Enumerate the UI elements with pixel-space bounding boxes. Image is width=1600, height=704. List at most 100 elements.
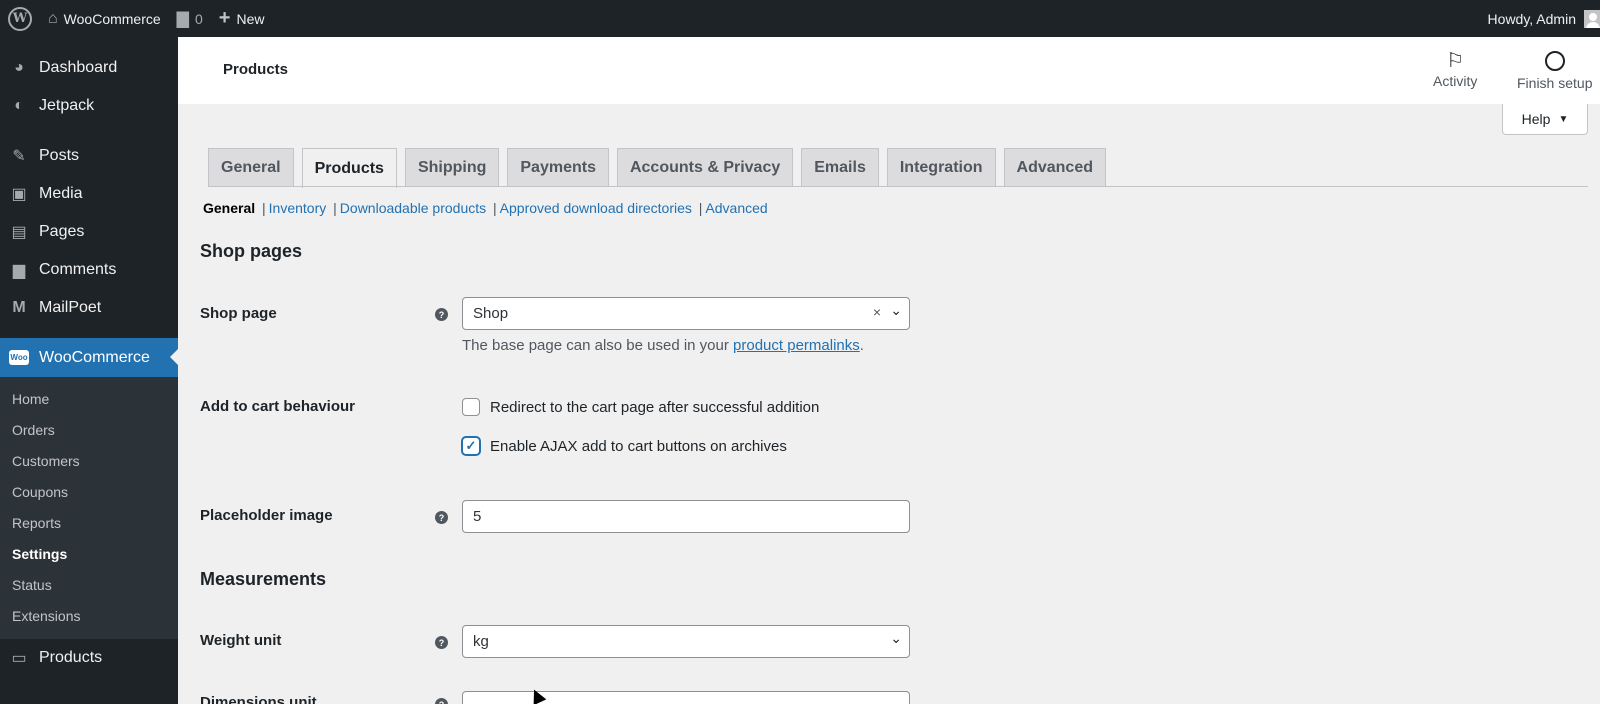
mailpoet-icon: M	[12, 299, 26, 316]
pages-icon: ▤	[11, 224, 27, 241]
help-tip-icon[interactable]: ?	[435, 308, 448, 321]
submenu-status[interactable]: Status	[0, 569, 178, 600]
comments-link[interactable]: ▇ 0	[169, 0, 211, 37]
subnav-downloadable-products[interactable]: Downloadable products	[340, 200, 486, 216]
woocommerce-header: Products ⚐ Activity Finish setup	[178, 37, 1600, 104]
sidebar-item-woocommerce[interactable]: Woo WooCommerce	[0, 338, 178, 377]
help-tip-icon[interactable]: ?	[435, 636, 448, 649]
help-button[interactable]: Help ▼	[1502, 104, 1588, 135]
weight-unit-value: kg	[473, 633, 489, 650]
account-menu[interactable]: Howdy, Admin	[1487, 9, 1600, 28]
help-tip-icon[interactable]: ?	[435, 511, 448, 524]
weight-unit-select[interactable]: kg ⌄	[462, 625, 910, 658]
tab-general[interactable]: General	[208, 148, 294, 187]
wordpress-logo[interactable]: W	[0, 0, 40, 37]
tab-advanced[interactable]: Advanced	[1003, 148, 1106, 187]
help-tip-icon[interactable]: ?	[435, 698, 448, 704]
tab-shipping[interactable]: Shipping	[404, 148, 500, 187]
tab-emails[interactable]: Emails	[801, 148, 879, 187]
redirect-to-cart-text: Redirect to the cart page after successf…	[490, 398, 820, 416]
clear-icon[interactable]: ×	[873, 304, 881, 320]
submenu-extensions[interactable]: Extensions	[0, 600, 178, 631]
subnav-general[interactable]: General	[203, 200, 255, 216]
tab-integration[interactable]: Integration	[886, 148, 996, 187]
archive-icon: ▭	[11, 650, 27, 667]
flag-icon: ⚐	[1446, 50, 1465, 72]
shop-page-label: Shop page	[200, 305, 277, 322]
tab-products[interactable]: Products	[301, 148, 397, 188]
redirect-to-cart-checkbox[interactable]	[462, 398, 480, 416]
sidebar-item-posts[interactable]: ✎ Posts	[0, 137, 178, 175]
redirect-to-cart-option[interactable]: Redirect to the cart page after successf…	[462, 398, 819, 416]
subnav-inventory[interactable]: Inventory	[269, 200, 327, 216]
tab-payments[interactable]: Payments	[507, 148, 609, 187]
sidebar-item-label: Pages	[39, 223, 85, 240]
circle-icon	[1544, 51, 1565, 71]
ajax-add-to-cart-text: Enable AJAX add to cart buttons on archi…	[490, 437, 787, 455]
submenu-settings[interactable]: Settings	[0, 538, 178, 569]
wordpress-icon: W	[8, 6, 32, 31]
home-icon: ⌂	[48, 9, 58, 27]
woocommerce-icon: Woo	[8, 347, 30, 369]
measurements-heading: Measurements	[200, 569, 327, 589]
placeholder-image-label: Placeholder image	[200, 507, 333, 524]
tab-accounts-privacy[interactable]: Accounts & Privacy	[616, 148, 794, 187]
dashboard-icon: ◕	[14, 59, 24, 76]
site-name-link[interactable]: ⌂ WooCommerce	[40, 0, 169, 37]
pin-icon: ✎	[12, 148, 26, 165]
new-content-link[interactable]: + New	[211, 0, 273, 37]
chevron-down-icon: ⌄	[890, 630, 902, 646]
howdy-text: Howdy, Admin	[1487, 10, 1576, 27]
chevron-down-icon: ⌄	[890, 302, 902, 318]
placeholder-image-input[interactable]	[462, 500, 910, 533]
shop-page-value: Shop	[473, 305, 509, 322]
sidebar-item-label: Comments	[39, 261, 117, 278]
sidebar-item-pages[interactable]: ▤ Pages	[0, 213, 178, 251]
subnav-approved-download-directories[interactable]: Approved download directories	[500, 200, 692, 216]
admin-sidebar: ◕ Dashboard ◐ Jetpack ✎ Posts ▣ Media ▤ …	[0, 37, 178, 704]
sidebar-item-media[interactable]: ▣ Media	[0, 175, 178, 213]
comments-count: 0	[194, 10, 203, 27]
sidebar-item-label: Media	[39, 185, 83, 202]
comment-bubble-icon: ▇	[176, 10, 189, 28]
sidebar-item-label: WooCommerce	[39, 348, 150, 366]
jetpack-icon: ◐	[14, 97, 24, 114]
avatar	[1584, 9, 1600, 28]
ajax-add-to-cart-option[interactable]: ✓ Enable AJAX add to cart buttons on arc…	[462, 437, 787, 455]
sidebar-item-dashboard[interactable]: ◕ Dashboard	[0, 49, 178, 87]
sidebar-item-comments[interactable]: ▆ Comments	[0, 251, 178, 289]
weight-unit-label: Weight unit	[200, 632, 282, 649]
settings-tabs: General Products Shipping Payments Accou…	[208, 148, 1114, 188]
woo-logo-text: Woo	[9, 350, 29, 365]
new-label: New	[236, 10, 265, 27]
submenu-home[interactable]: Home	[0, 383, 178, 414]
caret-down-icon: ▼	[1558, 113, 1569, 125]
shop-page-select[interactable]: Shop × ⌄	[462, 297, 910, 330]
woocommerce-submenu: Home Orders Customers Coupons Reports Se…	[0, 377, 178, 639]
submenu-customers[interactable]: Customers	[0, 445, 178, 476]
sidebar-item-label: MailPoet	[39, 299, 102, 316]
ajax-add-to-cart-checkbox[interactable]: ✓	[462, 437, 480, 455]
sidebar-item-jetpack[interactable]: ◐ Jetpack	[0, 87, 178, 125]
sidebar-item-label: Posts	[39, 147, 80, 164]
shop-pages-heading: Shop pages	[200, 241, 303, 261]
tab-divider	[208, 186, 1588, 187]
sidebar-item-mailpoet[interactable]: M MailPoet	[0, 289, 178, 327]
submenu-coupons[interactable]: Coupons	[0, 476, 178, 507]
add-to-cart-label: Add to cart behaviour	[200, 398, 356, 415]
subnav-advanced[interactable]: Advanced	[705, 200, 767, 216]
submenu-orders[interactable]: Orders	[0, 414, 178, 445]
site-name: WooCommerce	[63, 10, 161, 27]
finish-setup-button[interactable]: Finish setup	[1517, 49, 1592, 91]
sidebar-item-label: Products	[39, 649, 103, 666]
page-title: Products	[223, 61, 289, 78]
admin-bar: W ⌂ WooCommerce ▇ 0 + New Howdy, Admin	[0, 0, 1600, 37]
activity-label: Activity	[1433, 73, 1478, 89]
sidebar-item-products[interactable]: ▭ Products	[0, 639, 178, 677]
product-permalinks-link[interactable]: product permalinks	[733, 337, 860, 354]
activity-button[interactable]: ⚐ Activity	[1433, 49, 1477, 89]
plus-icon: +	[218, 7, 231, 29]
section-subnav: General | Inventory | Downloadable produ…	[203, 200, 768, 216]
sidebar-item-label: Dashboard	[39, 59, 118, 76]
submenu-reports[interactable]: Reports	[0, 507, 178, 538]
